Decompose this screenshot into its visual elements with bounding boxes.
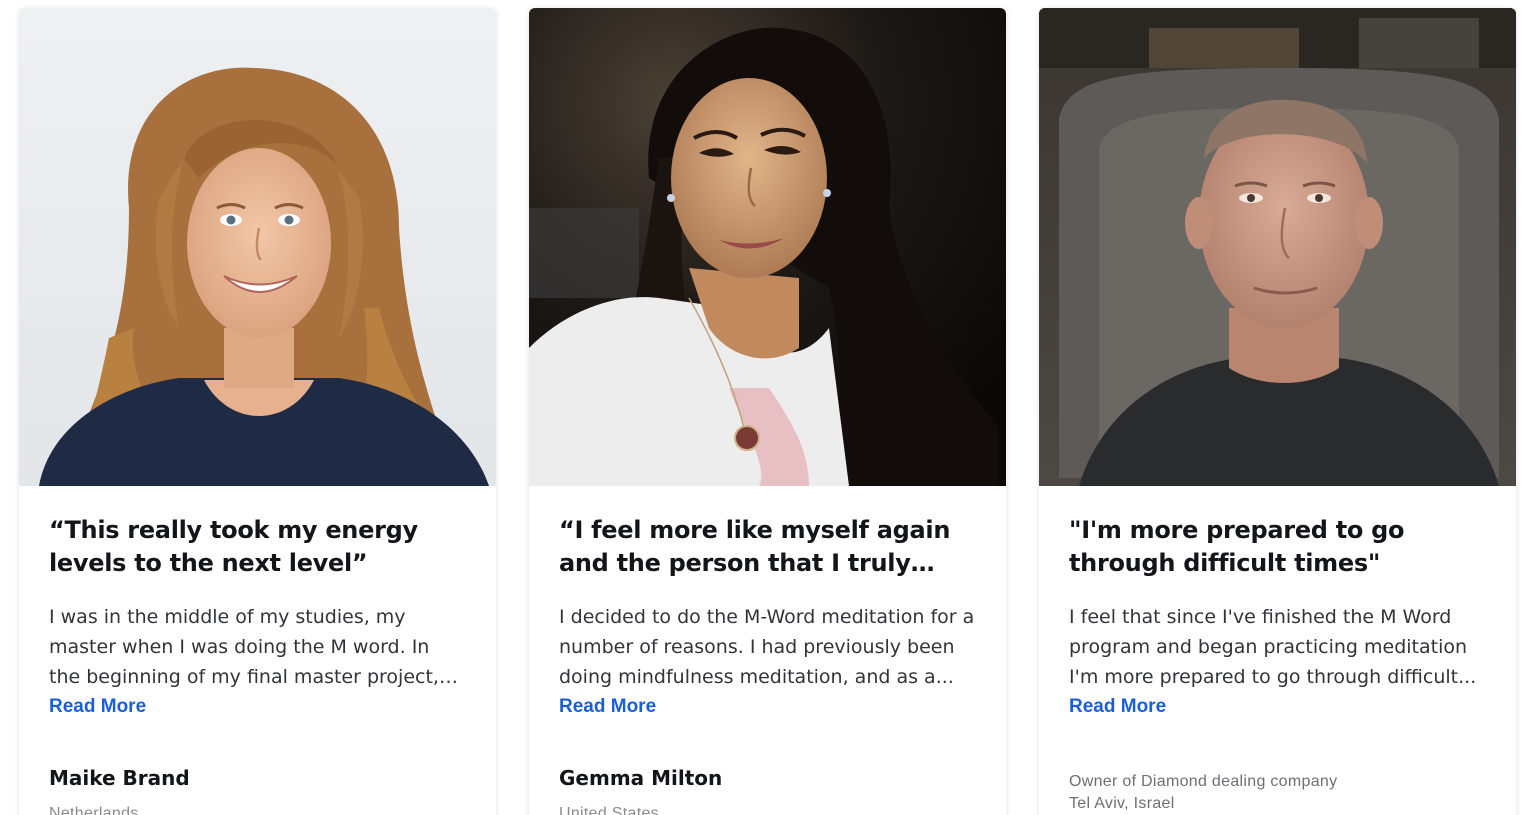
testimonial-quote: “This really took my energy levels to th… bbox=[49, 516, 418, 577]
testimonial-author-location: Netherlands bbox=[49, 805, 139, 815]
portrait-man-armchair-image bbox=[1039, 8, 1516, 486]
testimonial-quote: “I feel more like myself again and the p… bbox=[559, 516, 951, 577]
testimonial-grid: “This really took my energy levels to th… bbox=[0, 0, 1528, 815]
testimonial-photo bbox=[1039, 8, 1516, 486]
testimonial-card: “I feel more like myself again and the p… bbox=[529, 8, 1006, 815]
testimonial-photo bbox=[19, 8, 496, 486]
testimonial-excerpt: I was in the middle of my studies, my ma… bbox=[49, 606, 439, 688]
testimonial-author-location: United States bbox=[559, 805, 659, 815]
testimonial-author-location: Tel Aviv, Israel bbox=[1069, 795, 1175, 812]
testimonial-card: "I'm more prepared to go through difficu… bbox=[1039, 8, 1516, 815]
testimonial-excerpt: I decided to do the M-Word meditation fo… bbox=[559, 606, 975, 688]
testimonial-excerpt: I feel that since I've finished the M Wo… bbox=[1069, 606, 1477, 688]
testimonial-author-name: Maike Brand bbox=[49, 766, 190, 790]
testimonial-card: “This really took my energy levels to th… bbox=[19, 8, 496, 815]
read-more-link[interactable]: Read More bbox=[559, 692, 656, 722]
portrait-woman-curly-hair-image bbox=[19, 8, 496, 486]
testimonial-author-name: Gemma Milton bbox=[559, 766, 723, 790]
testimonial-photo bbox=[529, 8, 1006, 486]
testimonial-quote: "I'm more prepared to go through difficu… bbox=[1069, 516, 1405, 577]
testimonial-author-role: Owner of Diamond dealing company bbox=[1069, 773, 1338, 790]
read-more-link[interactable]: Read More bbox=[1069, 692, 1166, 722]
portrait-woman-dark-hair-image bbox=[529, 8, 1006, 486]
read-more-link[interactable]: Read More bbox=[49, 692, 146, 722]
